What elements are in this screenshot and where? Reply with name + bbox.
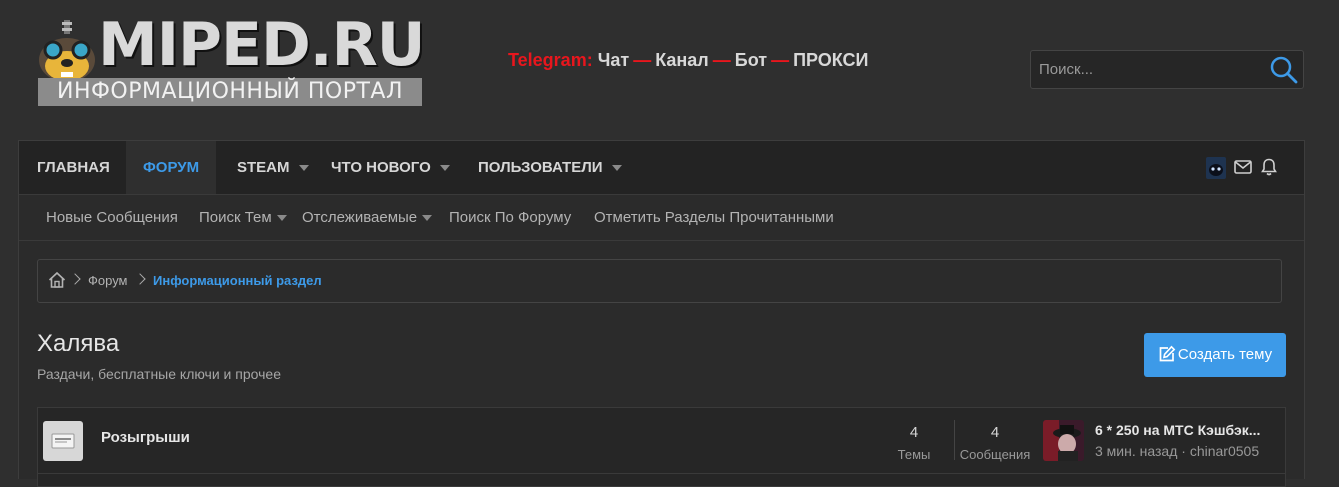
breadcrumb: Форум Информационный раздел [37,259,1282,303]
threads-stat: 4 Темы [884,424,944,462]
chevron-right-icon [69,273,81,285]
tab-whats-new[interactable]: ЧТО НОВОГО [331,141,450,194]
last-post-title[interactable]: 6 * 250 на МТС Кэшбэк... [1095,422,1260,438]
edit-icon [1159,345,1176,361]
subnav-label: Отметить Разделы Прочитанными [594,209,834,226]
user-avatar[interactable] [1206,157,1226,179]
messages-label: Сообщения [959,447,1031,462]
threads-label: Темы [897,447,931,462]
site-logo[interactable]: MIPED.RU ИНФОРМАЦИОННЫЙ ПОРТАЛ [36,10,426,108]
telegram-chat-link[interactable]: Чат [598,50,629,70]
forum-list: Розыгрыши 4 Темы 4 Сообщения 6 * 250 на … [37,407,1286,487]
subnav-watched[interactable]: Отслеживаемые [302,209,433,226]
tab-home-label: ГЛАВНАЯ [37,159,110,176]
envelope-icon[interactable] [1234,159,1252,175]
forum-icon [43,421,83,461]
breadcrumb-forum[interactable]: Форум [88,273,128,288]
subnav-mark-read[interactable]: Отметить Разделы Прочитанными [594,209,834,226]
tab-steam-label: STEAM [237,159,290,176]
search-icon[interactable] [1269,55,1299,85]
telegram-proxy-link[interactable]: ПРОКСИ [793,50,868,70]
telegram-separator: — [633,50,652,70]
home-icon[interactable] [48,271,66,289]
messages-stat: 4 Сообщения [958,424,1032,462]
subnav-label: Новые Сообщения [46,209,178,226]
chevron-down-icon [276,215,287,222]
threads-count: 4 [909,424,919,441]
subnav-search-threads[interactable]: Поиск Тем [199,209,287,226]
subnav-label: Отслеживаемые [302,209,418,226]
logo-subtitle: ИНФОРМАЦИОННЫЙ ПОРТАЛ [38,78,422,106]
logo-title: MIPED.RU [98,10,426,80]
mascot-logo-icon [39,20,95,82]
chevron-down-icon [439,165,450,172]
meta-separator: · [1181,443,1186,459]
subnav-search-forum[interactable]: Поиск По Форуму [449,209,571,226]
chevron-down-icon [611,165,622,172]
ticket-icon [51,433,75,449]
create-thread-button[interactable]: Создать тему [1144,333,1286,377]
tab-forum-label: ФОРУМ [143,159,200,176]
avatar [1043,420,1084,461]
bell-icon[interactable] [1261,158,1277,176]
page-description: Раздачи, бесплатные ключи и прочее [37,366,281,382]
create-thread-label: Создать тему [1177,346,1273,363]
telegram-separator: — [712,50,731,70]
tab-steam[interactable]: STEAM [237,141,309,194]
tab-users[interactable]: ПОЛЬЗОВАТЕЛИ [478,141,622,194]
user-actions [1206,157,1286,179]
chevron-down-icon [298,165,309,172]
telegram-label: Telegram: [508,50,593,70]
main-panel: ГЛАВНАЯ ФОРУМ STEAM ЧТО НОВОГО ПОЛЬЗОВАТ… [18,140,1305,487]
forum-row: Розыгрыши 4 Темы 4 Сообщения 6 * 250 на … [38,408,1285,474]
last-post-avatar[interactable] [1043,420,1084,461]
subnav-new-posts[interactable]: Новые Сообщения [46,209,178,226]
last-post-user[interactable]: chinar0505 [1190,443,1259,459]
tab-whats-new-label: ЧТО НОВОГО [331,159,431,176]
last-post-meta: 3 мин. назад · chinar0505 [1095,443,1259,459]
chevron-right-icon [134,273,146,285]
tab-home[interactable]: ГЛАВНАЯ [19,141,128,194]
forum-title[interactable]: Розыгрыши [101,429,190,446]
main-nav: ГЛАВНАЯ ФОРУМ STEAM ЧТО НОВОГО ПОЛЬЗОВАТ… [19,141,1304,195]
breadcrumb-info-section[interactable]: Информационный раздел [153,273,322,288]
subnav-label: Поиск По Форуму [449,209,572,226]
search-input[interactable] [1031,51,1259,88]
sub-nav: Новые Сообщения Поиск Тем Отслеживаемые … [19,195,1304,241]
stat-divider [954,420,955,460]
last-post-time[interactable]: 3 мин. назад [1095,443,1177,459]
tab-forum[interactable]: ФОРУМ [126,141,217,194]
chevron-down-icon [422,215,433,222]
telegram-bot-link[interactable]: Бот [735,50,767,70]
tab-users-label: ПОЛЬЗОВАТЕЛИ [478,159,603,176]
telegram-links: Telegram: Чат — Канал — Бот — ПРОКСИ [508,50,868,71]
search-box [1030,50,1304,89]
messages-count: 4 [990,424,1000,441]
telegram-separator: — [771,50,790,70]
subnav-label: Поиск Тем [199,209,272,226]
telegram-channel-link[interactable]: Канал [655,50,709,70]
page-title: Халява [37,330,120,357]
